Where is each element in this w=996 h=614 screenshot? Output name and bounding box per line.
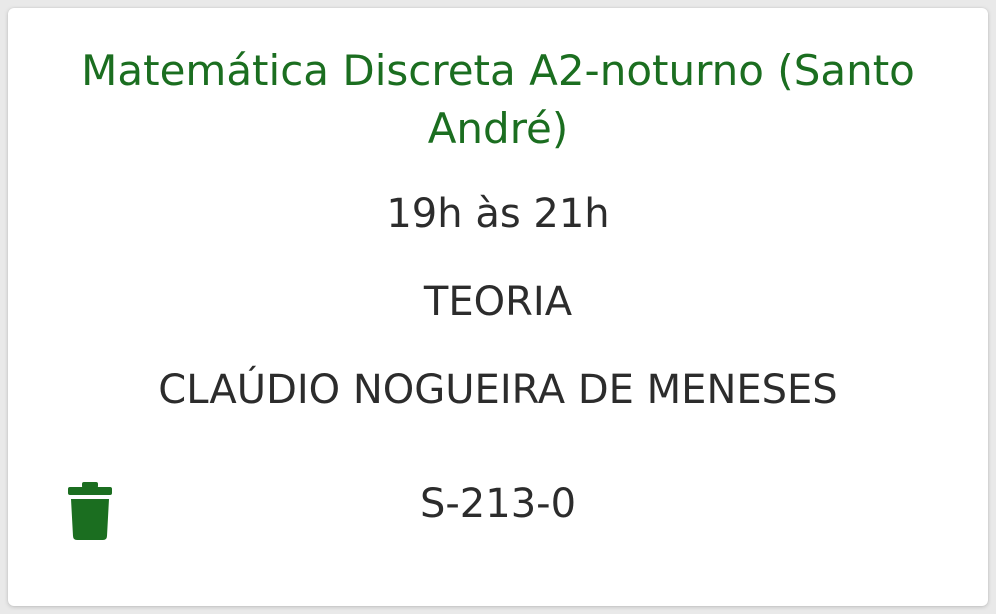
teacher-name: CLAÚDIO NOGUEIRA DE MENESES: [158, 367, 838, 413]
class-card: Matemática Discreta A2-noturno (Santo An…: [8, 8, 988, 606]
class-type: TEORIA: [423, 279, 573, 325]
course-title: Matemática Discreta A2-noturno (Santo An…: [81, 46, 915, 153]
class-time: 19h às 21h: [386, 191, 610, 237]
room-code: S-213-0: [419, 481, 577, 527]
